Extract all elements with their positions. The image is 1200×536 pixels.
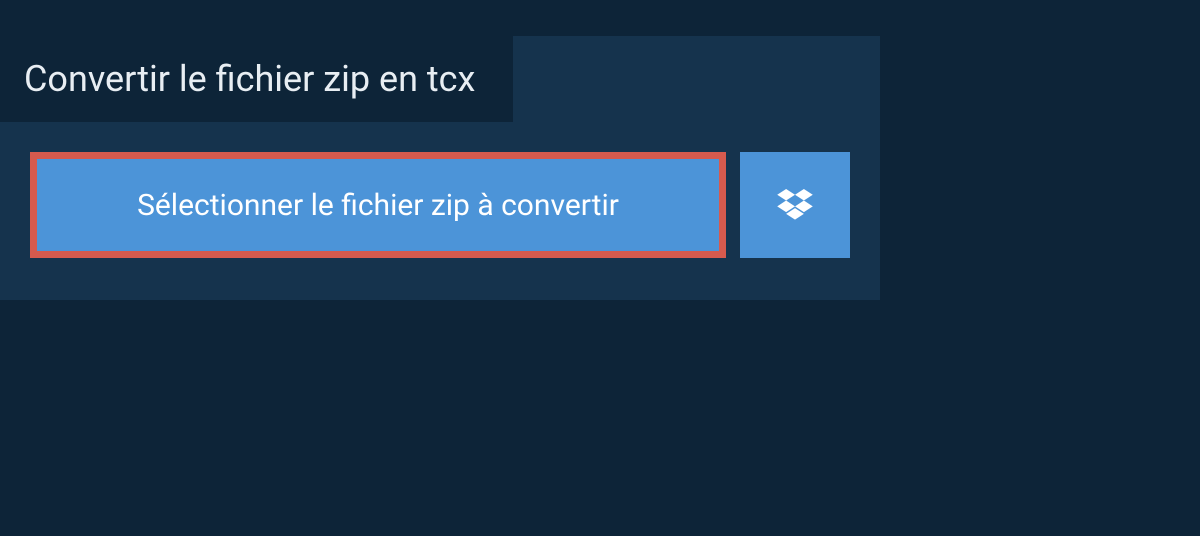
select-file-button[interactable]: Sélectionner le fichier zip à convertir	[30, 152, 726, 258]
converter-panel: Convertir le fichier zip en tcx Sélectio…	[0, 36, 880, 300]
dropbox-icon	[777, 189, 813, 221]
dropbox-button[interactable]	[740, 152, 850, 258]
select-file-label: Sélectionner le fichier zip à convertir	[137, 188, 619, 223]
button-row: Sélectionner le fichier zip à convertir	[0, 122, 880, 258]
page-title: Convertir le fichier zip en tcx	[0, 36, 513, 122]
